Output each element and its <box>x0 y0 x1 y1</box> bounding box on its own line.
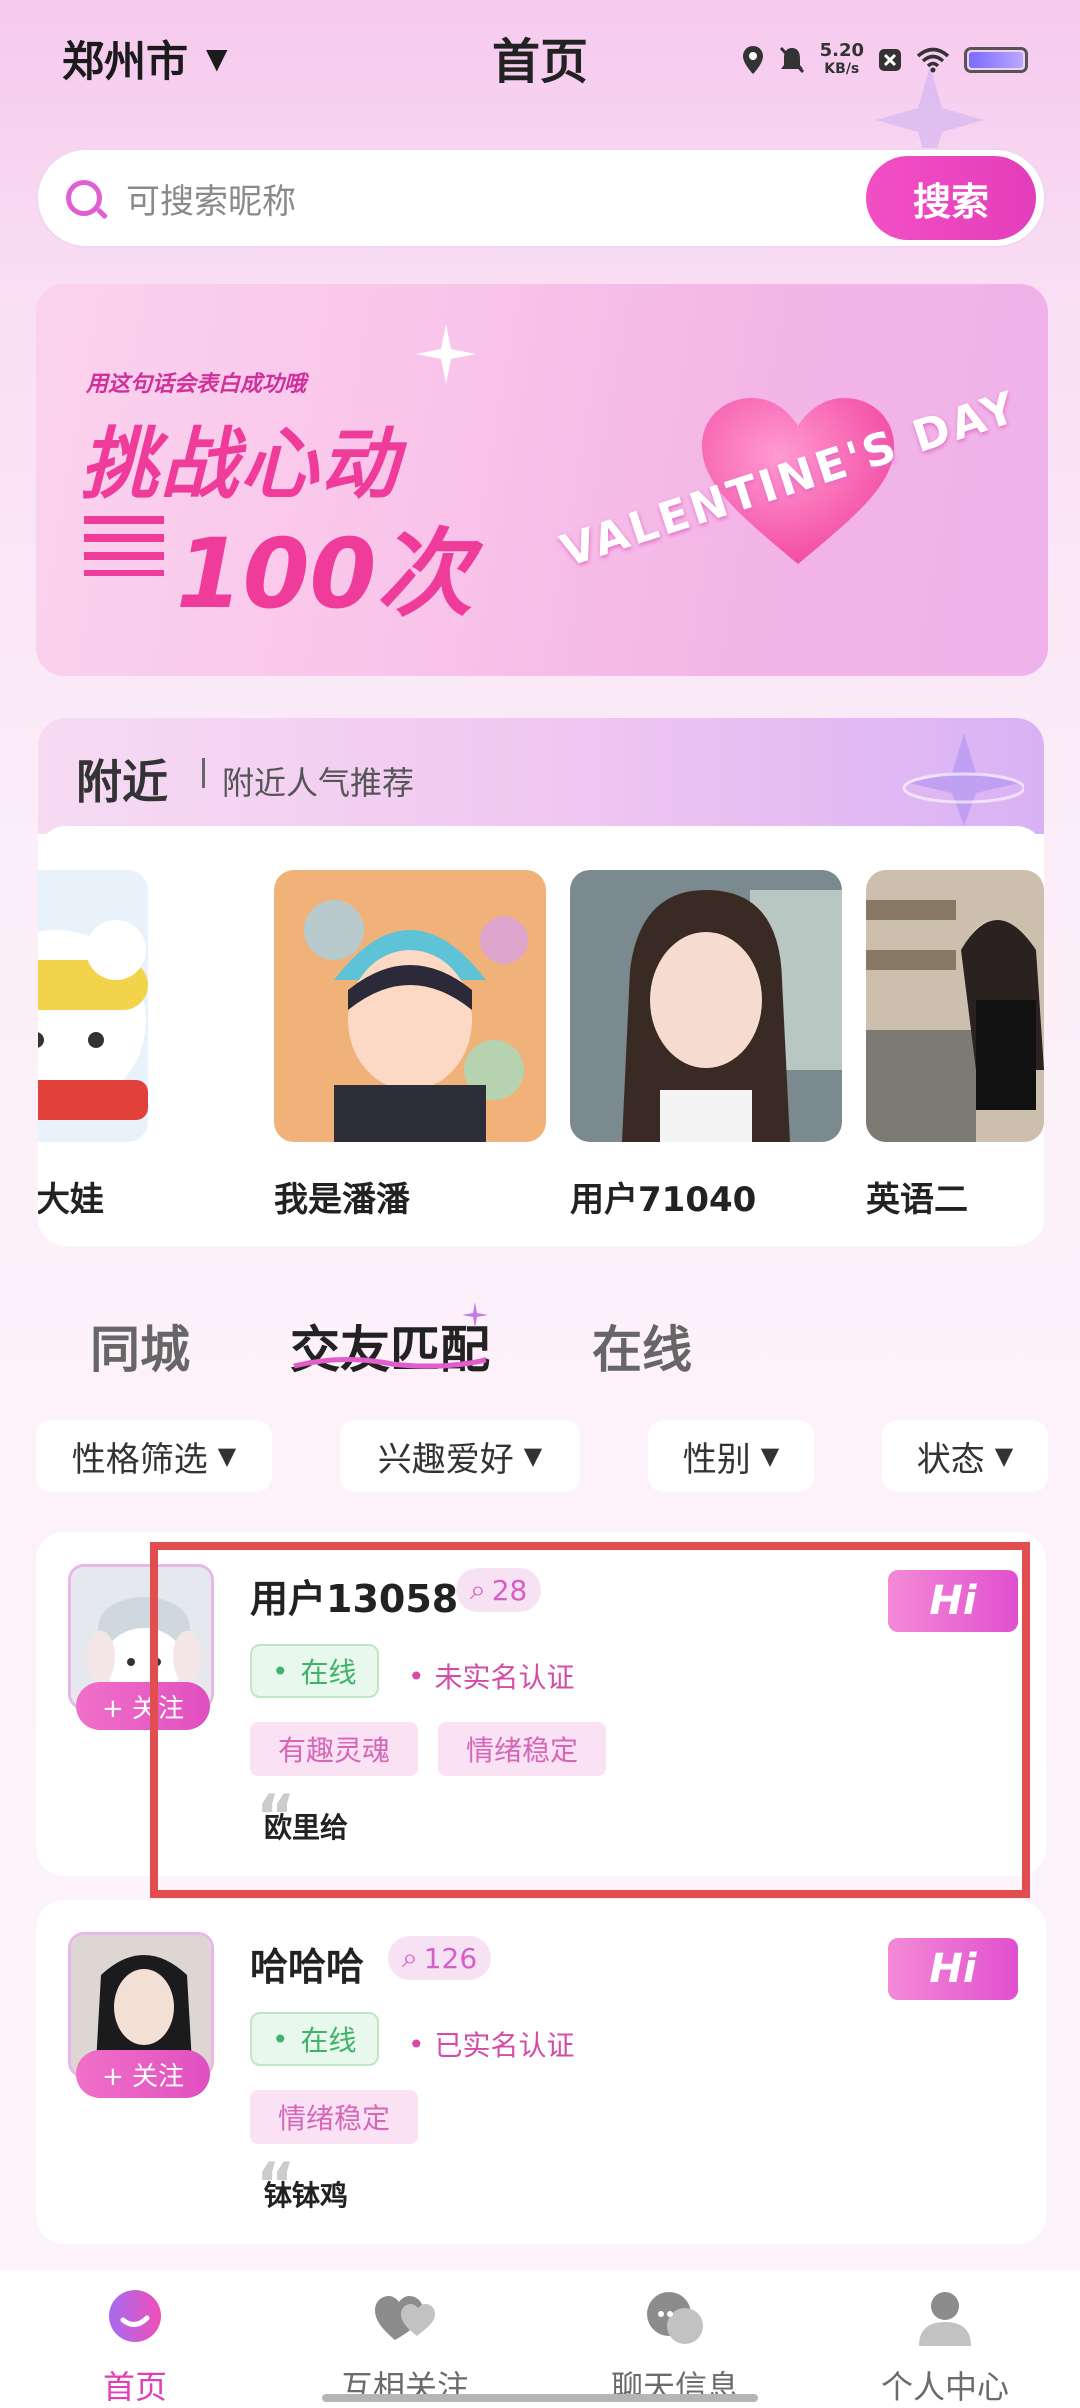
search-button[interactable]: 搜索 <box>866 156 1036 240</box>
banner-headline-count: 100次 <box>176 518 473 630</box>
chat-bubble-icon: ⌕ <box>402 1941 418 1974</box>
follow-button[interactable]: + 关注 <box>76 2050 210 2098</box>
chat-bubbles-icon <box>647 2292 703 2344</box>
message-count-badge: ⌕ 126 <box>388 1936 492 1980</box>
wifi-icon <box>916 47 950 73</box>
bottom-nav: 首页 互相关注 聊天信息 个人中心 <box>0 2270 1080 2408</box>
tab-match[interactable]: 交友匹配 <box>290 1310 490 1382</box>
dot-icon: • <box>408 2027 425 2061</box>
verification-label: 已实名认证 <box>434 2029 575 2062</box>
person-photo <box>570 870 842 1142</box>
net-speed-unit: KB/s <box>824 61 860 77</box>
nearby-title: 附近 <box>76 755 168 809</box>
net-speed: 5.20 KB/s <box>820 42 864 78</box>
banner-stripes <box>84 516 164 576</box>
filter-label: 兴趣爱好 <box>377 1439 514 1480</box>
say-hi-button[interactable]: Hi <box>888 1938 1018 2000</box>
divider <box>202 758 205 788</box>
person-photo <box>274 870 546 1142</box>
nav-chat[interactable]: 聊天信息 <box>540 2288 810 2408</box>
nearby-person[interactable]: 大娃 <box>38 870 148 1221</box>
system-status-icons: 5.20 KB/s <box>742 42 1028 78</box>
star-decoration-icon <box>902 733 1024 826</box>
filter-label: 性别 <box>682 1439 751 1480</box>
filter-interests[interactable]: 兴趣爱好 ▼ <box>340 1420 580 1492</box>
search-input[interactable]: 可搜索昵称 <box>126 174 866 223</box>
sparkle-icon <box>462 1302 488 1328</box>
person-photo <box>866 870 1044 1142</box>
promo-banner[interactable]: 用这句话会表白成功哦 挑战心动 100次 VALENTINE'S DAY <box>36 284 1048 676</box>
person-name: 用户71040 <box>570 1180 757 1220</box>
online-status: • 在线 <box>250 2012 379 2066</box>
caret-down-icon: ▼ <box>994 1442 1014 1470</box>
caret-down-icon: ▼ <box>217 1442 237 1470</box>
nav-label: 首页 <box>102 2368 167 2406</box>
filter-label: 状态 <box>916 1439 985 1480</box>
nav-label: 个人中心 <box>880 2368 1009 2406</box>
net-speed-value: 5.20 <box>819 40 864 61</box>
banner-subtitle: 用这句话会表白成功哦 <box>86 372 307 397</box>
home-chat-icon <box>109 2290 161 2342</box>
active-tab-indicator <box>293 1357 487 1369</box>
nearby-person[interactable]: 用户71040 <box>570 870 842 1221</box>
filter-gender[interactable]: 性别 ▼ <box>648 1420 814 1492</box>
filter-status[interactable]: 状态 ▼ <box>882 1420 1048 1492</box>
nearby-person[interactable]: 我是潘潘 <box>274 870 546 1221</box>
bell-muted-icon <box>779 46 804 74</box>
nearby-subtitle: 附近人气推荐 <box>222 764 415 802</box>
verification-status: • 已实名认证 <box>408 2024 575 2064</box>
nearby-person[interactable]: 英语二 <box>866 870 1044 1221</box>
hearts-icon <box>375 2296 435 2340</box>
online-label: 在线 <box>300 2024 357 2057</box>
user-card[interactable]: + 关注 哈哈哈 ⌕ 126 Hi • 在线 • 已实名认证 情绪稳定 “ 钵钵鸡 <box>36 1900 1046 2244</box>
caret-down-icon: ▼ <box>523 1442 543 1470</box>
user-signature: 钵钵鸡 <box>264 2179 349 2212</box>
sparkle-icon <box>416 324 476 384</box>
search-bar[interactable]: 可搜索昵称 搜索 <box>36 148 1046 248</box>
person-photo <box>38 870 148 1142</box>
battery-icon <box>964 47 1028 73</box>
dot-icon: • <box>272 2022 289 2056</box>
trait-tag: 情绪稳定 <box>250 2090 419 2144</box>
person-name: 我是潘潘 <box>274 1180 410 1220</box>
person-icon <box>919 2292 971 2346</box>
close-square-icon <box>879 49 901 71</box>
tab-online[interactable]: 在线 <box>592 1310 692 1382</box>
home-indicator <box>322 2394 758 2402</box>
location-icon <box>742 46 763 74</box>
nav-mutual-follow[interactable]: 互相关注 <box>270 2288 540 2408</box>
filter-label: 性格筛选 <box>71 1439 208 1480</box>
message-count: 126 <box>423 1941 478 1975</box>
caret-down-icon: ▼ <box>760 1442 780 1470</box>
nav-profile[interactable]: 个人中心 <box>810 2288 1080 2408</box>
nearby-section: 附近 附近人气推荐 大娃 我是潘潘 用户71040 英语二 <box>38 718 1044 1246</box>
nav-home[interactable]: 首页 <box>0 2288 270 2408</box>
user-name: 哈哈哈 <box>250 1945 365 1989</box>
selection-highlight <box>150 1542 1030 1898</box>
person-name: 大娃 <box>38 1180 104 1220</box>
search-icon <box>66 180 102 216</box>
tab-same-city[interactable]: 同城 <box>90 1310 190 1382</box>
person-name: 英语二 <box>866 1180 968 1220</box>
filter-personality[interactable]: 性格筛选 ▼ <box>36 1420 272 1492</box>
